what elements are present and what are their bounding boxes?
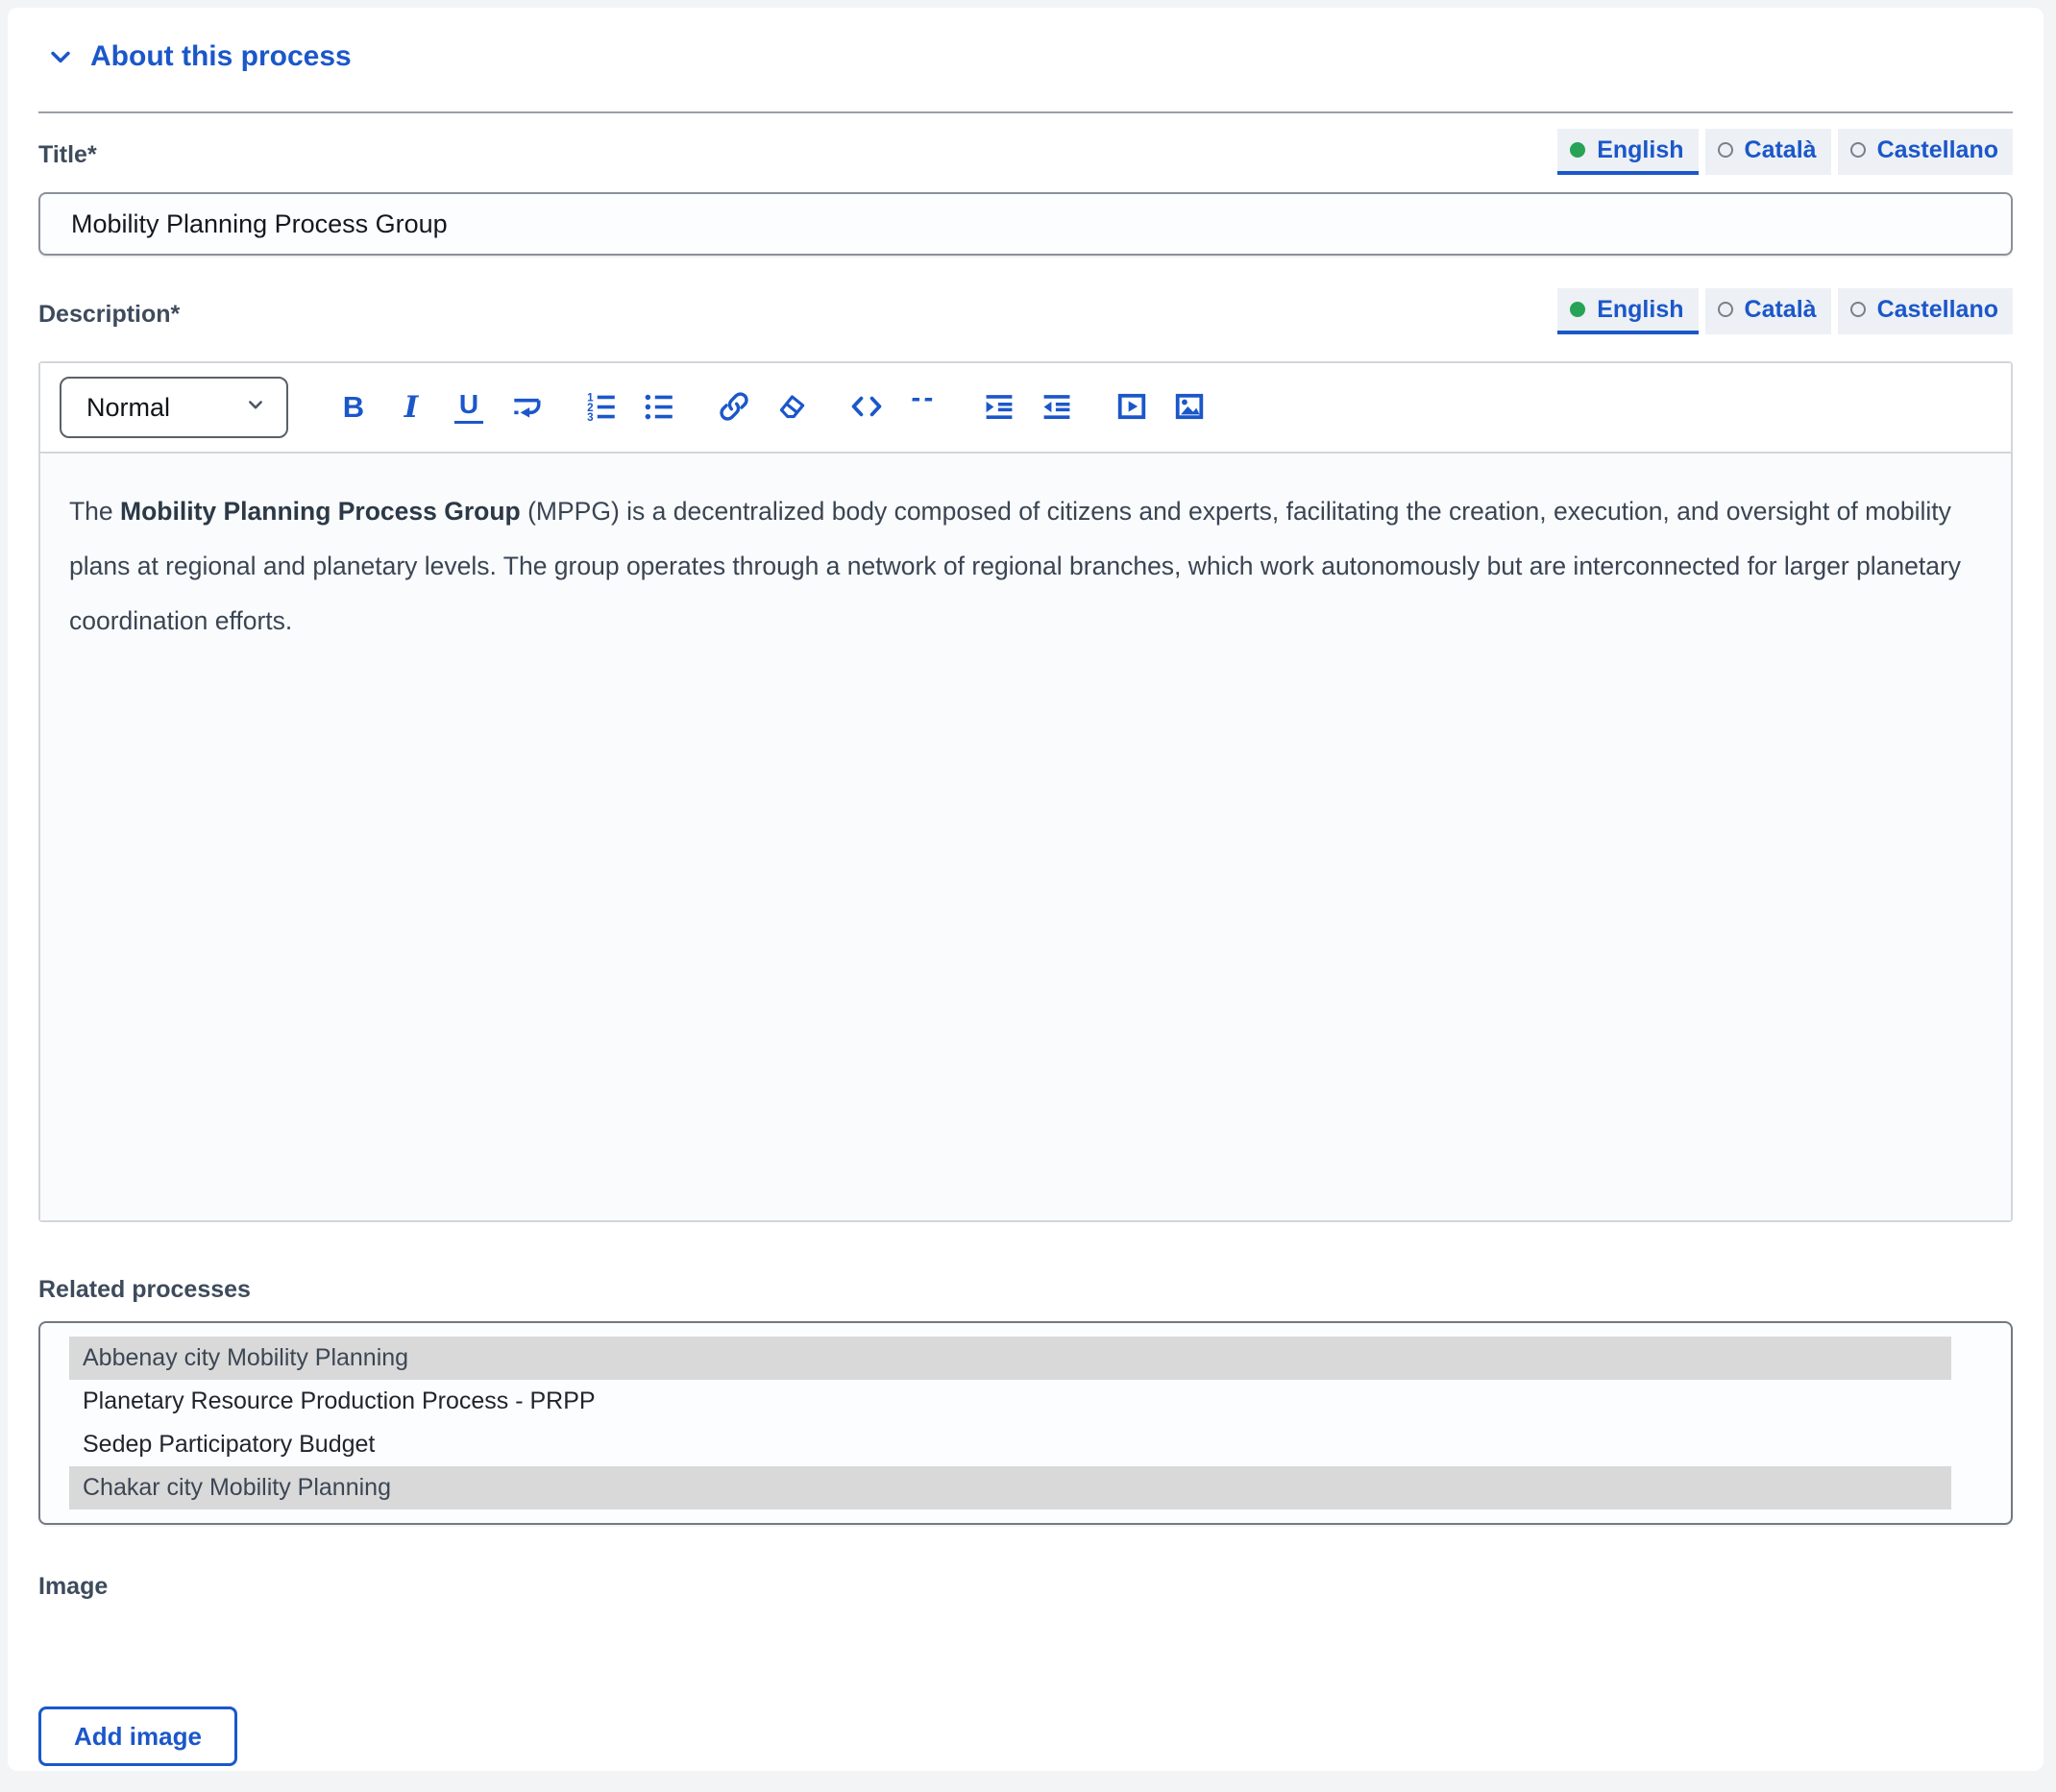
link-button[interactable] — [709, 385, 759, 430]
title-input[interactable] — [38, 192, 2013, 256]
bold-icon: B — [342, 390, 365, 424]
description-label: Description* — [38, 301, 181, 328]
image-icon — [1171, 388, 1208, 428]
svg-text:3: 3 — [587, 410, 594, 423]
description-field-header: Description* English Català Castellano — [38, 288, 2013, 334]
outdent-icon — [1039, 388, 1075, 428]
title-language-tabs: English Català Castellano — [1557, 129, 2013, 175]
underline-button[interactable]: U — [444, 385, 494, 430]
language-tab[interactable]: English — [1557, 129, 1699, 175]
code-icon — [848, 388, 885, 428]
related-processes-multiselect[interactable]: Abbenay city Mobility Planning Planetary… — [38, 1321, 2013, 1525]
language-tab[interactable]: Castellano — [1837, 129, 2013, 175]
italic-icon: I — [404, 390, 419, 425]
video-button[interactable] — [1107, 385, 1157, 430]
description-bold-text: Mobility Planning Process Group — [120, 497, 521, 526]
section-divider — [38, 111, 2013, 113]
description-language-tabs: English Català Castellano — [1557, 288, 2013, 334]
about-process-panel: About this process Title* English Català… — [8, 8, 2044, 1771]
ordered-list-button[interactable]: 1 2 3 — [576, 385, 626, 430]
indent-icon — [981, 388, 1017, 428]
language-radio-icon — [1570, 302, 1586, 317]
related-process-option[interactable]: Planetary Resource Production Process - … — [69, 1380, 1951, 1423]
related-process-option-label: Sedep Participatory Budget — [83, 1431, 376, 1458]
language-tab-label: Castellano — [1876, 296, 1998, 323]
related-process-option[interactable]: Abbenay city Mobility Planning — [69, 1337, 1951, 1380]
related-process-option[interactable]: Sedep Participatory Budget — [69, 1423, 1951, 1466]
format-dropdown-value: Normal — [86, 392, 171, 422]
related-processes-label: Related processes — [38, 1276, 251, 1303]
outdent-button[interactable] — [1032, 385, 1082, 430]
language-tab[interactable]: Castellano — [1837, 288, 2013, 334]
bullet-list-icon — [642, 389, 676, 427]
chevron-down-icon — [244, 393, 267, 423]
language-radio-icon — [1849, 302, 1866, 317]
bold-button[interactable]: B — [329, 385, 379, 430]
image-label: Image — [38, 1573, 109, 1600]
language-tab[interactable]: English — [1557, 288, 1699, 334]
section-toggle[interactable]: About this process — [46, 40, 352, 73]
bullet-list-button[interactable] — [634, 385, 684, 430]
related-process-option-label: Planetary Resource Production Process - … — [83, 1387, 596, 1414]
underline-icon: U — [454, 390, 483, 425]
language-tab-label: Català — [1744, 136, 1817, 163]
related-process-option-label: Abbenay city Mobility Planning — [83, 1344, 409, 1371]
language-tab-label: Castellano — [1876, 136, 1998, 163]
language-tab[interactable]: Català — [1704, 288, 1831, 334]
video-icon — [1114, 388, 1150, 428]
blockquote-button[interactable]: “ — [899, 385, 949, 430]
line-break-icon — [509, 389, 544, 427]
ordered-list-icon: 1 2 3 — [584, 389, 619, 427]
language-radio-icon — [1570, 142, 1586, 158]
image-button[interactable] — [1164, 385, 1214, 430]
format-dropdown[interactable]: Normal — [60, 377, 288, 438]
section-title: About this process — [90, 40, 352, 72]
description-editor-content[interactable]: The Mobility Planning Process Group (MPP… — [40, 454, 2011, 1220]
indent-button[interactable] — [974, 385, 1024, 430]
rich-text-editor: Normal B I U 1 2 3 “ The Mobility Planni… — [38, 361, 2013, 1222]
editor-toolbar: Normal B I U 1 2 3 “ — [40, 363, 2011, 454]
language-tab[interactable]: Català — [1704, 129, 1831, 175]
blockquote-icon: “ — [908, 398, 941, 430]
italic-button[interactable]: I — [386, 385, 436, 430]
description-text: The — [69, 497, 121, 526]
language-tab-label: English — [1597, 136, 1684, 163]
language-radio-icon — [1717, 142, 1733, 158]
code-button[interactable] — [842, 385, 892, 430]
language-radio-icon — [1717, 302, 1733, 317]
language-radio-icon — [1849, 142, 1866, 158]
line-break-button[interactable] — [502, 385, 551, 430]
related-process-option-label: Chakar city Mobility Planning — [83, 1474, 391, 1501]
related-process-option[interactable]: Chakar city Mobility Planning — [69, 1466, 1951, 1510]
link-icon — [717, 389, 751, 427]
eraser-icon — [774, 389, 809, 427]
language-tab-label: English — [1597, 296, 1684, 323]
clear-format-button[interactable] — [767, 385, 817, 430]
language-tab-label: Català — [1744, 296, 1817, 323]
add-image-button[interactable]: Add image — [38, 1706, 237, 1766]
chevron-down-icon — [46, 42, 75, 71]
title-field-header: Title* English Català Castellano — [38, 129, 2013, 175]
title-label: Title* — [38, 141, 97, 168]
